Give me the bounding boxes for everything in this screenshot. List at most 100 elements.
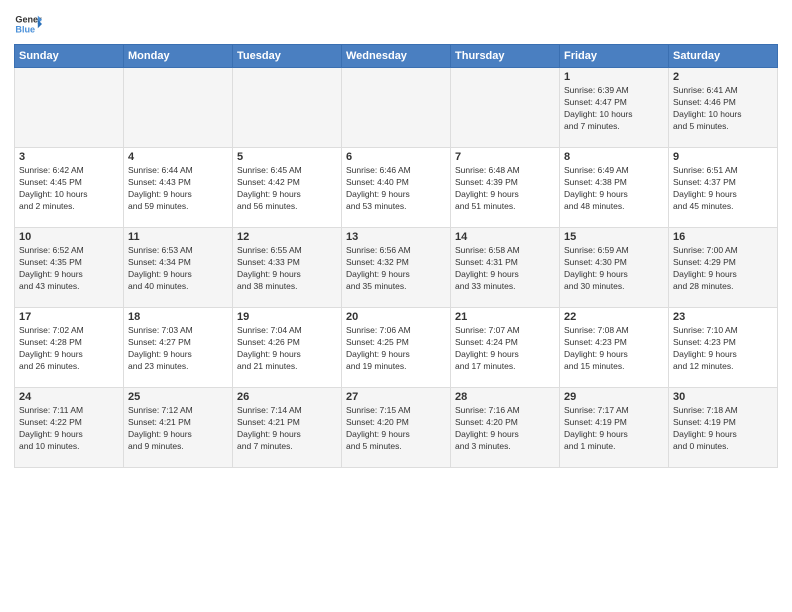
day-info: Sunrise: 6:56 AM Sunset: 4:32 PM Dayligh… — [346, 245, 446, 293]
day-info: Sunrise: 6:39 AM Sunset: 4:47 PM Dayligh… — [564, 85, 664, 133]
weekday-header-thursday: Thursday — [451, 45, 560, 68]
day-number: 29 — [564, 391, 664, 403]
calendar-cell — [124, 68, 233, 148]
generalblue-logo-icon: General Blue — [14, 10, 42, 38]
day-info: Sunrise: 6:45 AM Sunset: 4:42 PM Dayligh… — [237, 165, 337, 213]
day-number: 22 — [564, 311, 664, 323]
weekday-header-sunday: Sunday — [15, 45, 124, 68]
day-info: Sunrise: 6:52 AM Sunset: 4:35 PM Dayligh… — [19, 245, 119, 293]
calendar-cell: 22 Sunrise: 7:08 AM Sunset: 4:23 PM Dayli… — [560, 308, 669, 388]
calendar-cell: 26 Sunrise: 7:14 AM Sunset: 4:21 PM Dayli… — [233, 388, 342, 468]
calendar-cell — [233, 68, 342, 148]
calendar-cell: 6 Sunrise: 6:46 AM Sunset: 4:40 PM Daylig… — [342, 148, 451, 228]
day-number: 30 — [673, 391, 773, 403]
svg-text:Blue: Blue — [15, 24, 35, 34]
week-row-1: 1 Sunrise: 6:39 AM Sunset: 4:47 PM Daylig… — [15, 68, 778, 148]
day-info: Sunrise: 7:04 AM Sunset: 4:26 PM Dayligh… — [237, 325, 337, 373]
day-info: Sunrise: 7:02 AM Sunset: 4:28 PM Dayligh… — [19, 325, 119, 373]
calendar-cell: 3 Sunrise: 6:42 AM Sunset: 4:45 PM Daylig… — [15, 148, 124, 228]
day-number: 16 — [673, 231, 773, 243]
day-info: Sunrise: 7:16 AM Sunset: 4:20 PM Dayligh… — [455, 405, 555, 453]
day-number: 8 — [564, 151, 664, 163]
day-number: 25 — [128, 391, 228, 403]
day-number: 21 — [455, 311, 555, 323]
weekday-header-saturday: Saturday — [669, 45, 778, 68]
week-row-2: 3 Sunrise: 6:42 AM Sunset: 4:45 PM Daylig… — [15, 148, 778, 228]
calendar-cell: 20 Sunrise: 7:06 AM Sunset: 4:25 PM Dayli… — [342, 308, 451, 388]
calendar-cell: 19 Sunrise: 7:04 AM Sunset: 4:26 PM Dayli… — [233, 308, 342, 388]
calendar-cell: 24Sunrise: 7:11 AM Sunset: 4:22 PM Dayli… — [15, 388, 124, 468]
calendar-cell: 18 Sunrise: 7:03 AM Sunset: 4:27 PM Dayli… — [124, 308, 233, 388]
calendar-cell: 10 Sunrise: 6:52 AM Sunset: 4:35 PM Dayli… — [15, 228, 124, 308]
day-info: Sunrise: 7:07 AM Sunset: 4:24 PM Dayligh… — [455, 325, 555, 373]
day-info: Sunrise: 7:03 AM Sunset: 4:27 PM Dayligh… — [128, 325, 228, 373]
calendar-cell: 13 Sunrise: 6:56 AM Sunset: 4:32 PM Dayli… — [342, 228, 451, 308]
weekday-header-wednesday: Wednesday — [342, 45, 451, 68]
week-row-4: 17 Sunrise: 7:02 AM Sunset: 4:28 PM Dayli… — [15, 308, 778, 388]
calendar-cell: 15 Sunrise: 6:59 AM Sunset: 4:30 PM Dayli… — [560, 228, 669, 308]
day-info: Sunrise: 6:44 AM Sunset: 4:43 PM Dayligh… — [128, 165, 228, 213]
day-info: Sunrise: 6:48 AM Sunset: 4:39 PM Dayligh… — [455, 165, 555, 213]
day-info: Sunrise: 7:17 AM Sunset: 4:19 PM Dayligh… — [564, 405, 664, 453]
day-number: 18 — [128, 311, 228, 323]
calendar-cell: 9 Sunrise: 6:51 AM Sunset: 4:37 PM Daylig… — [669, 148, 778, 228]
day-number: 19 — [237, 311, 337, 323]
day-number: 10 — [19, 231, 119, 243]
calendar-cell: 17 Sunrise: 7:02 AM Sunset: 4:28 PM Dayli… — [15, 308, 124, 388]
day-info: Sunrise: 7:18 AM Sunset: 4:19 PM Dayligh… — [673, 405, 773, 453]
day-number: 27 — [346, 391, 446, 403]
day-info: Sunrise: 7:14 AM Sunset: 4:21 PM Dayligh… — [237, 405, 337, 453]
calendar-cell: 11Sunrise: 6:53 AM Sunset: 4:34 PM Dayli… — [124, 228, 233, 308]
calendar-cell: 29 Sunrise: 7:17 AM Sunset: 4:19 PM Dayli… — [560, 388, 669, 468]
calendar-cell: 23Sunrise: 7:10 AM Sunset: 4:23 PM Dayli… — [669, 308, 778, 388]
day-number: 1 — [564, 71, 664, 83]
calendar-cell: 14 Sunrise: 6:58 AM Sunset: 4:31 PM Dayli… — [451, 228, 560, 308]
day-info: Sunrise: 6:58 AM Sunset: 4:31 PM Dayligh… — [455, 245, 555, 293]
header: General Blue — [14, 10, 778, 38]
calendar-cell: 30 Sunrise: 7:18 AM Sunset: 4:19 PM Dayli… — [669, 388, 778, 468]
calendar-cell: 4 Sunrise: 6:44 AM Sunset: 4:43 PM Daylig… — [124, 148, 233, 228]
day-number: 3 — [19, 151, 119, 163]
calendar-cell: 25 Sunrise: 7:12 AM Sunset: 4:21 PM Dayli… — [124, 388, 233, 468]
day-number: 14 — [455, 231, 555, 243]
day-number: 7 — [455, 151, 555, 163]
calendar-cell: 28 Sunrise: 7:16 AM Sunset: 4:20 PM Dayli… — [451, 388, 560, 468]
day-number: 26 — [237, 391, 337, 403]
calendar-cell: 27 Sunrise: 7:15 AM Sunset: 4:20 PM Dayli… — [342, 388, 451, 468]
weekday-header-monday: Monday — [124, 45, 233, 68]
week-row-3: 10 Sunrise: 6:52 AM Sunset: 4:35 PM Dayli… — [15, 228, 778, 308]
calendar-cell: 16 Sunrise: 7:00 AM Sunset: 4:29 PM Dayli… — [669, 228, 778, 308]
day-info: Sunrise: 7:15 AM Sunset: 4:20 PM Dayligh… — [346, 405, 446, 453]
day-number: 13 — [346, 231, 446, 243]
day-info: Sunrise: 7:06 AM Sunset: 4:25 PM Dayligh… — [346, 325, 446, 373]
day-number: 2 — [673, 71, 773, 83]
page: General Blue SundayMondayTuesdayWednesda… — [0, 0, 792, 612]
day-number: 9 — [673, 151, 773, 163]
calendar-cell: 7 Sunrise: 6:48 AM Sunset: 4:39 PM Daylig… — [451, 148, 560, 228]
day-info: Sunrise: 7:12 AM Sunset: 4:21 PM Dayligh… — [128, 405, 228, 453]
calendar-cell — [451, 68, 560, 148]
calendar-cell: 21 Sunrise: 7:07 AM Sunset: 4:24 PM Dayli… — [451, 308, 560, 388]
weekday-header-tuesday: Tuesday — [233, 45, 342, 68]
day-info: Sunrise: 7:10 AM Sunset: 4:23 PM Dayligh… — [673, 325, 773, 373]
day-info: Sunrise: 7:00 AM Sunset: 4:29 PM Dayligh… — [673, 245, 773, 293]
calendar-cell: 2 Sunrise: 6:41 AM Sunset: 4:46 PM Daylig… — [669, 68, 778, 148]
day-number: 28 — [455, 391, 555, 403]
day-info: Sunrise: 6:59 AM Sunset: 4:30 PM Dayligh… — [564, 245, 664, 293]
calendar-cell — [342, 68, 451, 148]
day-info: Sunrise: 6:42 AM Sunset: 4:45 PM Dayligh… — [19, 165, 119, 213]
day-number: 20 — [346, 311, 446, 323]
calendar-cell: 5Sunrise: 6:45 AM Sunset: 4:42 PM Daylig… — [233, 148, 342, 228]
day-number: 15 — [564, 231, 664, 243]
day-info: Sunrise: 6:46 AM Sunset: 4:40 PM Dayligh… — [346, 165, 446, 213]
day-number: 6 — [346, 151, 446, 163]
day-info: Sunrise: 6:49 AM Sunset: 4:38 PM Dayligh… — [564, 165, 664, 213]
day-info: Sunrise: 6:41 AM Sunset: 4:46 PM Dayligh… — [673, 85, 773, 133]
calendar-body: 1 Sunrise: 6:39 AM Sunset: 4:47 PM Daylig… — [15, 68, 778, 468]
day-number: 24 — [19, 391, 119, 403]
day-info: Sunrise: 6:51 AM Sunset: 4:37 PM Dayligh… — [673, 165, 773, 213]
day-info: Sunrise: 7:08 AM Sunset: 4:23 PM Dayligh… — [564, 325, 664, 373]
day-number: 17 — [19, 311, 119, 323]
weekday-header-row: SundayMondayTuesdayWednesdayThursdayFrid… — [15, 45, 778, 68]
day-number: 4 — [128, 151, 228, 163]
